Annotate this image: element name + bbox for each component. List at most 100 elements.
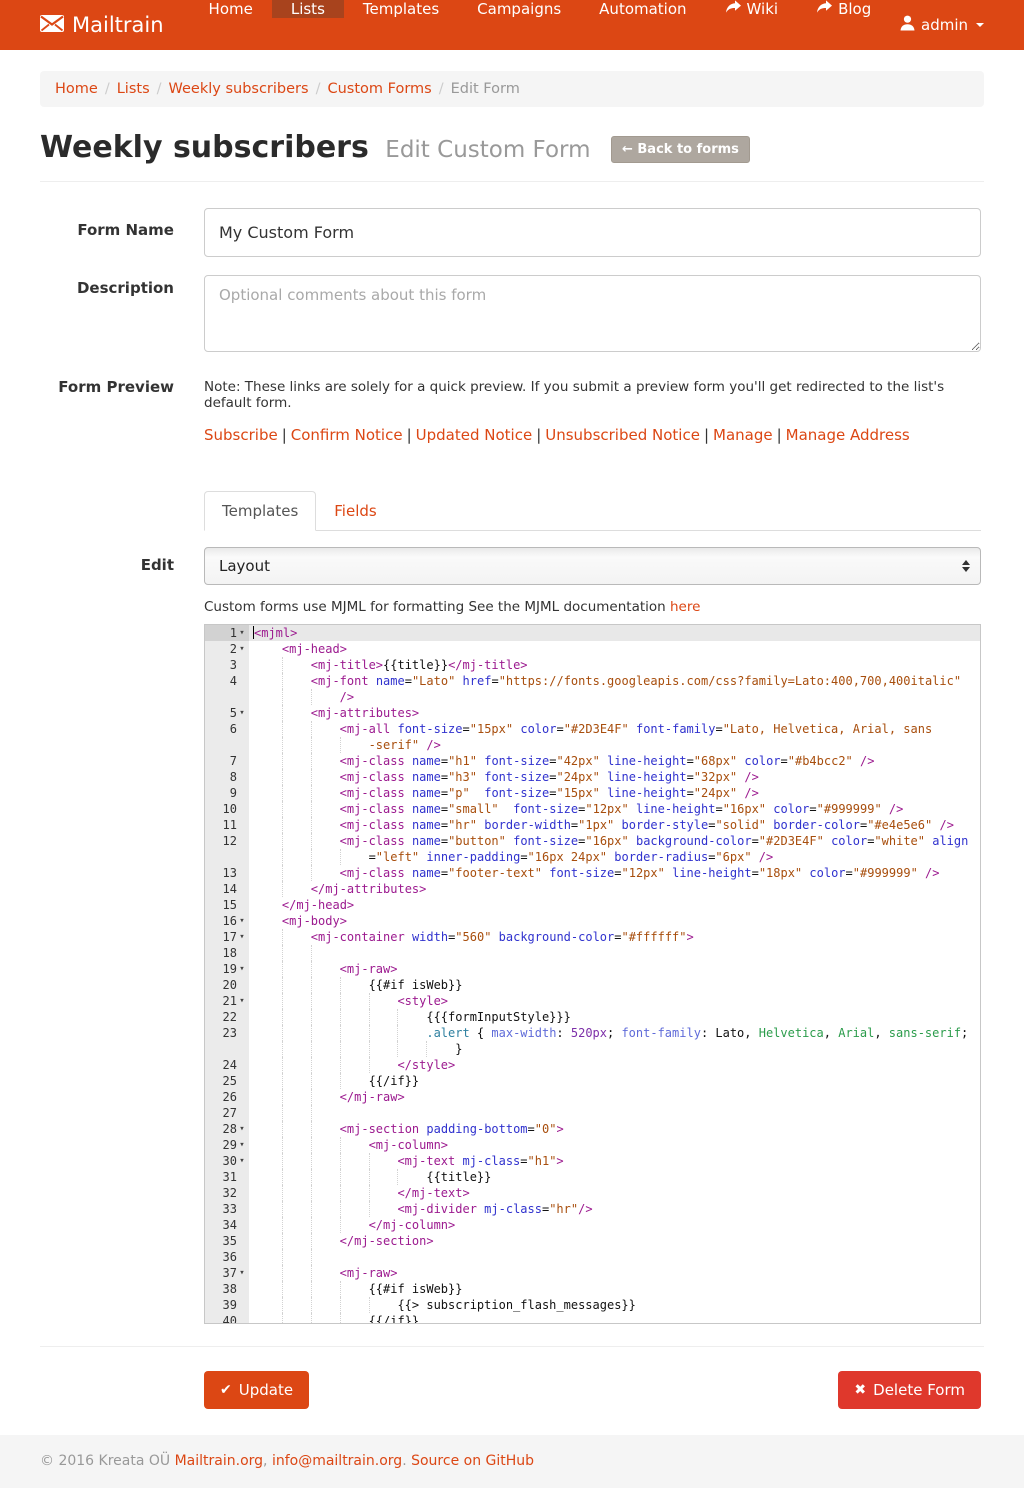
- fold-arrow-icon[interactable]: ▾: [237, 641, 247, 657]
- caret-down-icon: [976, 23, 984, 27]
- fold-arrow-icon[interactable]: ▾: [237, 961, 247, 977]
- nav-item-lists[interactable]: Lists: [272, 0, 344, 50]
- tab-templates[interactable]: Templates: [204, 491, 316, 531]
- preview-link-confirm-notice[interactable]: Confirm Notice: [291, 426, 403, 444]
- token: width: [412, 930, 448, 944]
- fold-arrow-icon[interactable]: ▾: [237, 705, 247, 721]
- description-textarea[interactable]: [204, 275, 981, 352]
- breadcrumb-current: Edit Form: [451, 81, 520, 97]
- update-button[interactable]: ✔ Update: [204, 1371, 309, 1409]
- form-name-input[interactable]: [204, 208, 981, 257]
- fold-arrow-icon[interactable]: ▾: [237, 625, 247, 641]
- code-line: 8<mj-class name="h3" font-size="24px" li…: [205, 769, 980, 785]
- token: -serif": [369, 738, 420, 752]
- back-to-forms-button[interactable]: ← Back to forms: [611, 136, 750, 163]
- token: 520px: [571, 1026, 607, 1040]
- indent: [253, 1073, 282, 1089]
- token: =: [614, 866, 621, 880]
- indent-guide: [282, 705, 311, 721]
- token: <mj-class: [340, 866, 405, 880]
- code-line: 12<mj-class name="button" font-size="16p…: [205, 833, 980, 849]
- indent: [253, 1233, 282, 1249]
- nav-item-home[interactable]: Home: [190, 0, 272, 50]
- token: "560": [455, 930, 491, 944]
- fold-arrow-icon[interactable]: ▾: [237, 929, 247, 945]
- indent: [253, 881, 282, 897]
- token: =: [715, 802, 722, 816]
- indent-guide: [311, 1297, 340, 1313]
- indent: [253, 897, 282, 913]
- code-text: </mj-column>: [249, 1217, 980, 1233]
- indent-guide: [282, 1041, 311, 1057]
- code-text: <mj-raw>: [249, 1265, 980, 1281]
- indent: [253, 737, 282, 753]
- github-link[interactable]: Source on GitHub: [411, 1453, 534, 1469]
- nav-item-blog[interactable]: Blog: [797, 0, 890, 50]
- brand-link[interactable]: Mailtrain: [40, 0, 164, 50]
- preview-link-subscribe[interactable]: Subscribe: [204, 426, 278, 444]
- breadcrumb-link[interactable]: Lists: [117, 81, 150, 97]
- token: "32px": [694, 770, 737, 784]
- gutter-cell: 28▾: [205, 1121, 249, 1137]
- code-line: 23.alert { max-width: 520px; font-family…: [205, 1025, 980, 1041]
- fold-arrow-icon[interactable]: ▾: [237, 1265, 247, 1281]
- gutter-cell: 18: [205, 945, 249, 961]
- line-number: 22: [223, 1009, 237, 1025]
- fold-arrow-icon[interactable]: ▾: [237, 993, 247, 1009]
- fold-arrow-icon[interactable]: ▾: [237, 1121, 247, 1137]
- token: <mj-head>: [282, 642, 347, 656]
- indent-guide: [340, 977, 369, 993]
- fold-arrow-icon[interactable]: ▾: [237, 1137, 247, 1153]
- indent: [253, 1297, 282, 1313]
- indent: [253, 1185, 282, 1201]
- indent-guide: [311, 1185, 340, 1201]
- token: line-height: [607, 770, 686, 784]
- nav-item-automation[interactable]: Automation: [580, 0, 705, 50]
- nav-item-campaigns[interactable]: Campaigns: [458, 0, 580, 50]
- indent: [253, 689, 282, 705]
- token: </mj-head>: [282, 898, 354, 912]
- email-link[interactable]: info@mailtrain.org: [272, 1453, 402, 1469]
- line-number: 10: [223, 801, 237, 817]
- nav-item-templates[interactable]: Templates: [344, 0, 458, 50]
- mailtrain-org-link[interactable]: Mailtrain.org: [175, 1453, 263, 1469]
- code-text: <mj-all font-size="15px" color="#2D3E4F"…: [249, 721, 980, 737]
- token: />: [860, 754, 874, 768]
- user-menu[interactable]: admin: [900, 0, 984, 50]
- indent-guide: [311, 801, 340, 817]
- mjml-doc-link[interactable]: here: [670, 599, 700, 615]
- token: "16px": [585, 834, 628, 848]
- preview-link-manage-address[interactable]: Manage Address: [786, 426, 910, 444]
- tab-fields[interactable]: Fields: [316, 491, 394, 531]
- fold-arrow-icon[interactable]: ▾: [237, 913, 247, 929]
- token: "#b4bcc2": [788, 754, 853, 768]
- token: background-color: [636, 834, 752, 848]
- breadcrumb-link[interactable]: Custom Forms: [327, 81, 431, 97]
- delete-form-button[interactable]: ✖ Delete Form: [838, 1371, 981, 1409]
- token: href: [463, 674, 492, 688]
- nav-item-label: Blog: [838, 0, 871, 18]
- indent-guide: [397, 1169, 426, 1185]
- preview-link-manage[interactable]: Manage: [713, 426, 773, 444]
- breadcrumb-separator: /: [105, 81, 110, 97]
- breadcrumb-link[interactable]: Weekly subscribers: [169, 81, 309, 97]
- preview-link-unsubscribed-notice[interactable]: Unsubscribed Notice: [545, 426, 700, 444]
- preview-link-updated-notice[interactable]: Updated Notice: [416, 426, 533, 444]
- indent: [253, 1121, 282, 1137]
- code-line-wrap: ="left" inner-padding="16px 24px" border…: [205, 849, 980, 865]
- fold-arrow-icon[interactable]: ▾: [237, 1153, 247, 1169]
- token: [405, 834, 412, 848]
- indent-guide: [282, 1249, 311, 1265]
- indent-guide: [397, 1041, 426, 1057]
- template-select[interactable]: Layout: [204, 547, 981, 585]
- indent-guide: [282, 689, 311, 705]
- mjml-code-editor[interactable]: 1▾<mjml>2▾<mj-head>3<mj-title>{{title}}<…: [204, 624, 981, 1324]
- breadcrumb-link[interactable]: Home: [55, 81, 98, 97]
- token: "Lato, Helvetica, Arial, sans: [723, 722, 933, 736]
- line-number: 33: [223, 1201, 237, 1217]
- indent-guide: [311, 945, 340, 961]
- nav-item-wiki[interactable]: Wiki: [706, 0, 798, 50]
- breadcrumb-separator: /: [157, 81, 162, 97]
- token: "footer-text": [448, 866, 542, 880]
- code-line: 40{{/if}}: [205, 1313, 980, 1324]
